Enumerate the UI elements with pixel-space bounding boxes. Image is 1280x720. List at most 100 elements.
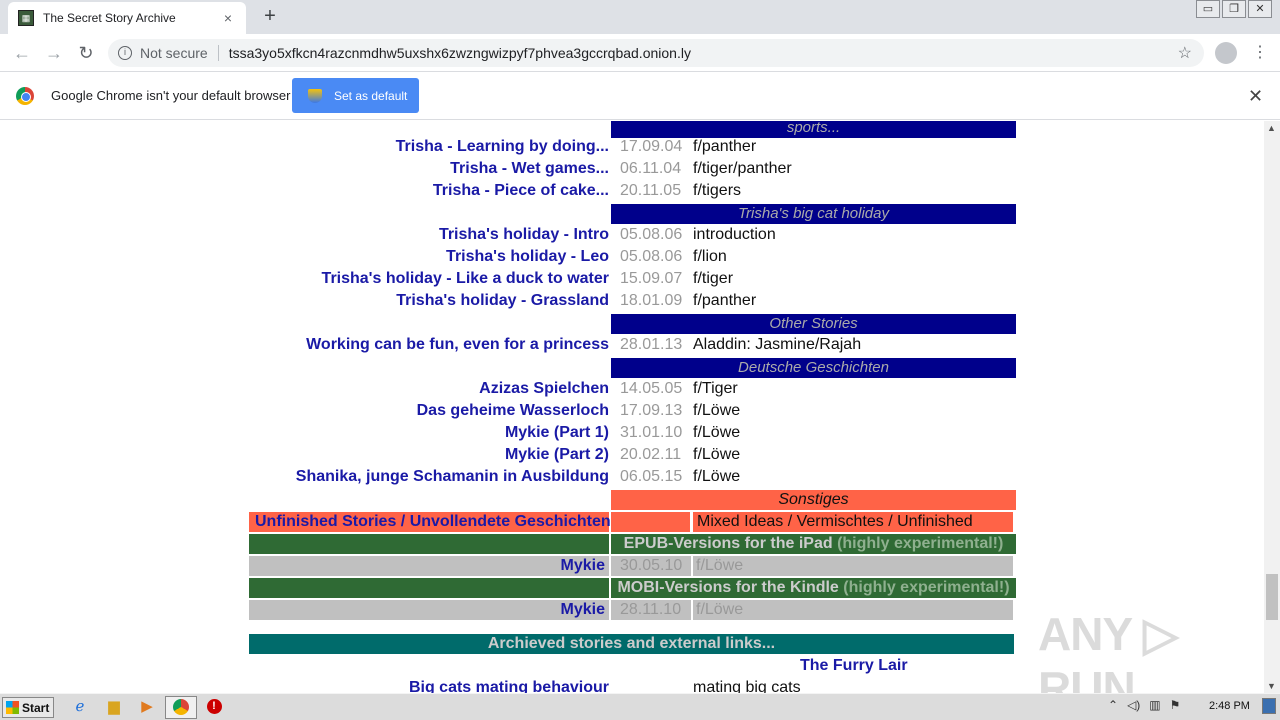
story-category: f/tiger/panther xyxy=(693,160,792,177)
unfinished-stories-link[interactable]: Unfinished Stories / Unvollendete Geschi… xyxy=(249,512,611,532)
stop-icon[interactable]: ! xyxy=(204,698,224,716)
story-category: f/Löwe xyxy=(693,424,741,441)
epub-header-label: EPUB-Versions for the iPad xyxy=(623,535,833,552)
tab-title: The Secret Story Archive xyxy=(43,11,176,25)
page-scrollbar[interactable]: ▲ ▼ xyxy=(1264,121,1280,693)
story-row: Trisha - Piece of cake... 20.11.05 f/tig… xyxy=(0,180,1264,202)
back-icon[interactable]: ← xyxy=(10,41,34,65)
story-row: Mykie (Part 2) 20.02.11 f/Löwe xyxy=(0,444,1264,466)
story-link[interactable]: Trisha's holiday - Intro xyxy=(439,224,609,246)
uac-shield-icon xyxy=(308,88,322,103)
folder-icon[interactable]: ▆ xyxy=(104,698,124,716)
set-as-default-button[interactable]: Set as default xyxy=(292,78,419,113)
story-date: 31.01.10 xyxy=(620,424,683,441)
mobi-story-link[interactable]: Mykie xyxy=(249,600,609,620)
mobi-header-label: MOBI-Versions for the Kindle xyxy=(617,579,839,596)
story-row: Trisha's holiday - Intro 05.08.06 introd… xyxy=(0,224,1264,246)
section-header-other: Other Stories xyxy=(611,314,1016,334)
address-bar[interactable]: i Not secure tssa3yo5xfkcn4razcnmdhw5uxs… xyxy=(108,39,1204,67)
big-cats-category: mating big cats xyxy=(693,679,801,693)
scroll-up-icon[interactable]: ▲ xyxy=(1267,123,1276,133)
story-category: f/lion xyxy=(693,248,727,265)
info-icon[interactable]: i xyxy=(118,46,132,60)
story-date: 20.11.05 xyxy=(620,182,682,199)
story-link[interactable]: Shanika, junge Schamanin in Ausbildung xyxy=(296,466,609,488)
chrome-icon[interactable] xyxy=(171,698,191,716)
story-date: 17.09.04 xyxy=(620,138,683,155)
story-row: Trisha's holiday - Like a duck to water … xyxy=(0,268,1264,290)
story-date: 06.11.04 xyxy=(620,160,682,177)
furry-lair-link[interactable]: The Furry Lair xyxy=(800,655,908,677)
story-link[interactable]: Trisha's holiday - Grassland xyxy=(396,290,609,312)
bookmark-star-icon[interactable]: ☆ xyxy=(1178,43,1192,63)
minimize-icon[interactable]: ▭ xyxy=(1196,0,1220,18)
story-link[interactable]: Trisha's holiday - Leo xyxy=(446,246,609,268)
story-link[interactable]: Trisha's holiday - Like a duck to water xyxy=(322,268,609,290)
start-button[interactable]: Start xyxy=(2,697,54,718)
epub-story-link[interactable]: Mykie xyxy=(249,556,609,576)
tab-close-icon[interactable]: × xyxy=(220,10,236,26)
chrome-menu-icon[interactable]: ⋮ xyxy=(1252,42,1268,62)
default-browser-infobar: Google Chrome isn't your default browser… xyxy=(0,72,1280,120)
new-tab-button[interactable]: + xyxy=(258,4,282,28)
system-tray: ⌃ ◁) ▥ ⚑ xyxy=(1108,698,1180,712)
story-link[interactable]: Mykie (Part 1) xyxy=(505,422,609,444)
security-label: Not secure xyxy=(140,45,208,61)
mixed-ideas-label: Mixed Ideas / Vermischtes / Unfinished xyxy=(693,512,1013,532)
windows-logo-icon xyxy=(6,701,19,714)
story-category: Aladdin: Jasmine/Rajah xyxy=(693,336,862,353)
story-category: f/panther xyxy=(693,138,757,155)
story-category: f/Löwe xyxy=(693,402,741,419)
infobar-close-icon[interactable]: ✕ xyxy=(1248,86,1263,107)
big-cats-link[interactable]: Big cats mating behaviour xyxy=(409,677,609,693)
page-viewport: sports... Trisha - Learning by doing... … xyxy=(0,121,1264,693)
story-row: Trisha - Wet games... 06.11.04 f/tiger/p… xyxy=(0,158,1264,180)
url-text[interactable]: tssa3yo5xfkcn4razcnmdhw5uxshx6zwzngwizpy… xyxy=(229,45,691,61)
restore-icon[interactable]: ❐ xyxy=(1222,0,1246,18)
story-date: 17.09.13 xyxy=(620,402,683,419)
story-row: Mykie (Part 1) 31.01.10 f/Löwe xyxy=(0,422,1264,444)
story-category: f/panther xyxy=(693,292,757,309)
story-link[interactable]: Trisha - Learning by doing... xyxy=(396,136,609,158)
story-link[interactable]: Das geheime Wasserloch xyxy=(417,400,609,422)
window-close-icon[interactable]: ✕ xyxy=(1248,0,1272,18)
taskbar-clock[interactable]: 2:48 PM xyxy=(1209,700,1250,712)
infobar-message: Google Chrome isn't your default browser xyxy=(51,88,291,103)
story-link[interactable]: Trisha - Wet games... xyxy=(450,158,609,180)
story-link[interactable]: Mykie (Part 2) xyxy=(505,444,609,466)
story-link[interactable]: Azizas Spielchen xyxy=(479,378,609,400)
tab-active[interactable]: ▦ The Secret Story Archive × xyxy=(8,2,246,34)
chrome-logo-icon xyxy=(16,87,34,105)
story-date: 06.05.15 xyxy=(620,468,683,485)
scroll-down-icon[interactable]: ▼ xyxy=(1267,681,1276,691)
action-center-flag-icon[interactable]: ⚑ xyxy=(1170,698,1181,712)
story-link[interactable]: Working can be fun, even for a princess xyxy=(306,334,609,356)
ie-icon[interactable]: ℯ xyxy=(70,698,90,716)
forward-icon[interactable]: → xyxy=(42,41,66,65)
epub-header: EPUB-Versions for the iPad (highly exper… xyxy=(611,534,1016,554)
start-label: Start xyxy=(22,700,50,715)
scrollbar-thumb[interactable] xyxy=(1266,574,1278,620)
media-icon[interactable]: ▶ xyxy=(137,698,157,716)
tray-expand-icon[interactable]: ⌃ xyxy=(1108,698,1118,712)
profile-avatar-icon[interactable] xyxy=(1215,42,1237,64)
mobi-experimental-note: (highly experimental!) xyxy=(843,579,1010,596)
volume-icon[interactable]: ◁) xyxy=(1127,698,1140,712)
reload-icon[interactable]: ↻ xyxy=(74,41,98,65)
section-header-holiday: Trisha's big cat holiday xyxy=(611,204,1016,224)
mobi-bar-left xyxy=(249,578,609,598)
mobi-story-date: 28.11.10 xyxy=(611,600,691,620)
story-date: 15.09.07 xyxy=(620,270,683,287)
section-header-sonstiges: Sonstiges xyxy=(611,490,1016,510)
story-date: 28.01.13 xyxy=(620,336,683,353)
story-date: 05.08.06 xyxy=(620,226,683,243)
empty-cell xyxy=(611,512,690,532)
story-date: 18.01.09 xyxy=(620,292,683,309)
network-icon[interactable]: ▥ xyxy=(1149,698,1160,712)
story-category: f/Tiger xyxy=(693,380,738,397)
archived-header: Archieved stories and external links... xyxy=(249,634,1014,654)
show-desktop-icon[interactable] xyxy=(1262,698,1276,714)
omnibox-divider xyxy=(217,45,219,61)
story-link[interactable]: Trisha - Piece of cake... xyxy=(433,180,609,202)
story-date: 20.02.11 xyxy=(620,446,682,463)
